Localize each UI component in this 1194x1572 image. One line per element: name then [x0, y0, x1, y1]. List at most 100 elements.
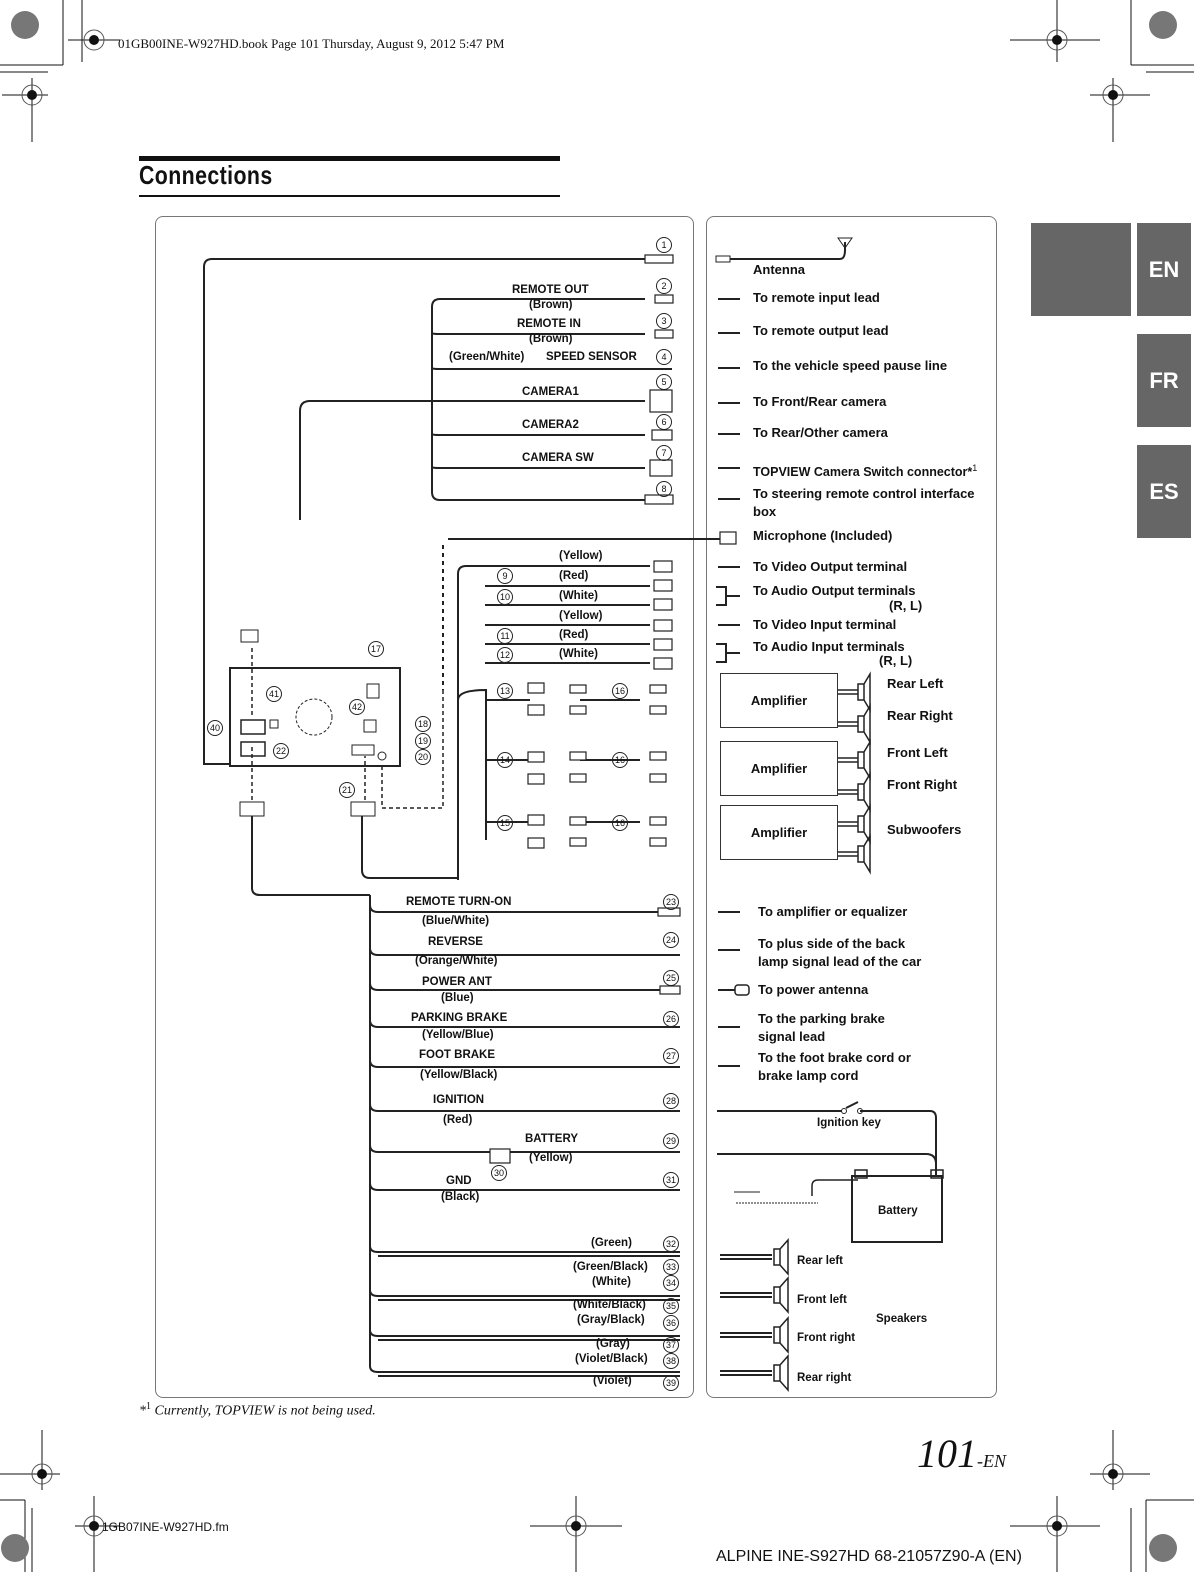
callout-12: 12: [497, 647, 513, 663]
dest-speed-pause: To the vehicle speed pause line: [753, 358, 948, 373]
callout-29: 29: [663, 1133, 679, 1149]
dest-foot-brake-2: brake lamp cord: [758, 1068, 859, 1083]
callout-16a: 16: [612, 683, 628, 699]
speaker-rear-right: Rear right: [797, 1372, 852, 1384]
footnote-marker: *: [139, 1403, 146, 1419]
wire-label-remote-turn-on: REMOTE TURN-ON: [406, 896, 512, 908]
amplifier-2: Amplifier: [720, 741, 838, 796]
speaker-rear-left: Rear left: [797, 1255, 844, 1267]
wiring-diagram: [203, 237, 944, 1392]
callout-19: 19: [415, 733, 431, 749]
dest-foot-brake: To the foot brake cord or: [758, 1050, 911, 1065]
dest-back-lamp-2: lamp signal lead of the car: [758, 954, 922, 969]
wire-color-parking-brake: (Yellow/Blue): [422, 1029, 494, 1041]
wire-color-remote-in: (Brown): [529, 333, 573, 345]
spk-color-36: (Gray/Black): [577, 1314, 645, 1326]
amp-out-front-left: Front Left: [887, 745, 948, 760]
callout-4: 4: [656, 349, 672, 365]
dest-remote-input: To remote input lead: [753, 290, 880, 305]
ignition-key-label: Ignition key: [817, 1117, 881, 1129]
speaker-front-right: Front right: [797, 1332, 856, 1344]
footnote-text: Currently, TOPVIEW is not being used.: [154, 1403, 376, 1419]
wire-label-gnd: GND: [446, 1175, 472, 1187]
callout-30: 30: [491, 1165, 507, 1181]
dest-steering-remote-2: box: [753, 504, 777, 519]
callout-23: 23: [663, 894, 679, 910]
spk-color-38: (Violet/Black): [575, 1353, 648, 1365]
footnote-sup: 1: [146, 1401, 151, 1412]
callout-33: 33: [663, 1259, 679, 1275]
dest-antenna: Antenna: [753, 262, 805, 277]
wire-label-foot-brake: FOOT BRAKE: [419, 1049, 496, 1061]
dest-topview-sup: 1: [972, 463, 978, 473]
callout-17: 17: [368, 641, 384, 657]
av-color-red-out: (Red): [559, 570, 589, 582]
spk-color-37: (Gray): [596, 1338, 630, 1350]
callout-27: 27: [663, 1048, 679, 1064]
amplifier-1: Amplifier: [720, 673, 838, 728]
spk-color-34: (White): [592, 1276, 631, 1288]
callout-26: 26: [663, 1011, 679, 1027]
av-color-white-in: (White): [559, 648, 598, 660]
av-color-yellow-out: (Yellow): [559, 550, 603, 562]
callout-22: 22: [273, 743, 289, 759]
callout-38: 38: [663, 1353, 679, 1369]
wire-label-parking-brake: PARKING BRAKE: [411, 1012, 508, 1024]
amp-out-front-right: Front Right: [887, 777, 958, 792]
callout-1: 1: [656, 237, 672, 253]
dest-topview-text: TOPVIEW Camera Switch connector*: [753, 465, 973, 480]
wire-color-gnd: (Black): [441, 1191, 480, 1203]
dest-audio-output-rl: (R, L): [889, 598, 923, 613]
footnote: *1 Currently, TOPVIEW is not being used.: [139, 1401, 376, 1420]
dest-back-lamp: To plus side of the back: [758, 936, 906, 951]
battery-label: Battery: [878, 1205, 918, 1217]
callout-31: 31: [663, 1172, 679, 1188]
callout-24: 24: [663, 932, 679, 948]
callout-14: 14: [497, 752, 513, 768]
spk-color-39: (Violet): [593, 1375, 632, 1387]
amplifier-3: Amplifier: [720, 805, 838, 860]
spk-color-35: (White/Black): [573, 1299, 646, 1311]
wire-label-battery: BATTERY: [525, 1133, 579, 1145]
wire-color-speed-sensor: (Green/White): [449, 351, 525, 363]
callout-42: 42: [349, 699, 365, 715]
dest-parking-brake-2: signal lead: [758, 1029, 826, 1044]
wire-label-remote-in: REMOTE IN: [517, 318, 581, 330]
callout-2: 2: [656, 278, 672, 294]
dest-parking-brake: To the parking brake: [758, 1011, 885, 1026]
callout-8: 8: [656, 481, 672, 497]
wire-label-ignition: IGNITION: [433, 1094, 485, 1106]
speaker-front-left: Front left: [797, 1294, 847, 1306]
dest-video-input: To Video Input terminal: [753, 617, 897, 632]
page-number: 101-EN: [917, 1430, 1006, 1477]
wire-label-remote-out: REMOTE OUT: [512, 284, 589, 296]
dest-power-antenna: To power antenna: [758, 982, 869, 997]
av-color-red-in: (Red): [559, 629, 589, 641]
wire-color-remote-out: (Brown): [529, 299, 573, 311]
av-color-white-out: (White): [559, 590, 598, 602]
callout-41: 41: [266, 686, 282, 702]
callout-39: 39: [663, 1375, 679, 1391]
dest-amp-eq: To amplifier or equalizer: [758, 904, 908, 919]
wire-color-remote-turn-on: (Blue/White): [422, 915, 490, 927]
footer-model: ALPINE INE-S927HD 68-21057Z90-A (EN): [716, 1548, 1022, 1565]
callout-21: 21: [339, 782, 355, 798]
callout-6: 6: [656, 414, 672, 430]
wire-label-camera-sw: CAMERA SW: [522, 452, 594, 464]
footer-filename: 1GB07INE-W927HD.fm: [102, 1520, 229, 1534]
callout-32: 32: [663, 1236, 679, 1252]
wire-label-camera2: CAMERA2: [522, 419, 579, 431]
callout-18: 18: [415, 716, 431, 732]
callout-25: 25: [663, 970, 679, 986]
wire-color-battery: (Yellow): [529, 1152, 573, 1164]
callout-13: 13: [497, 683, 513, 699]
callout-40: 40: [207, 720, 223, 736]
callout-15: 15: [497, 815, 513, 831]
amp-out-subwoofers: Subwoofers: [887, 822, 962, 837]
dest-rear-other-camera: To Rear/Other camera: [753, 425, 888, 440]
callout-10: 10: [497, 589, 513, 605]
callout-7: 7: [656, 445, 672, 461]
callout-35: 35: [663, 1298, 679, 1314]
callout-37: 37: [663, 1337, 679, 1353]
wire-label-speed-sensor: SPEED SENSOR: [546, 351, 637, 363]
